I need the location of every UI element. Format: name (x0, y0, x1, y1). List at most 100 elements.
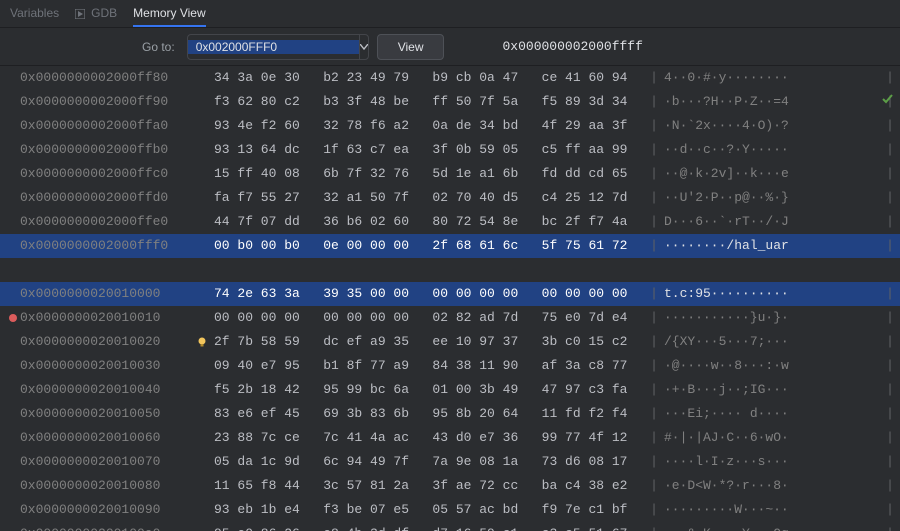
hex-ascii: ∙∙∙∙∙∙∙∙∙∙∙}u∙}· (664, 306, 880, 330)
breakpoint-gutter[interactable] (6, 354, 20, 378)
breakpoint-icon (9, 314, 17, 322)
row-gutter (190, 354, 214, 378)
view-button[interactable]: View (377, 34, 445, 60)
ascii-separator: | (644, 474, 664, 498)
goto-input[interactable] (188, 40, 359, 54)
row-gutter (190, 450, 214, 474)
hex-row[interactable]: 0x0000000020010090 93 eb 1b e4 f3 be 07 e… (0, 498, 900, 522)
row-gutter (190, 90, 214, 114)
hex-ascii: 4·∙0∙#∙y∙∙∙∙∙∙∙∙ (664, 66, 880, 90)
hex-view[interactable]: 0x0000000002000ff8034 3a 0e 30 b2 23 49 … (0, 66, 900, 531)
breakpoint-gutter[interactable] (6, 498, 20, 522)
breakpoint-gutter[interactable] (6, 258, 20, 282)
hex-ascii: ∙+·B∙∙∙j·∙;IG∙∙∙ (664, 378, 880, 402)
hex-address (20, 258, 190, 282)
ascii-separator: | (644, 426, 664, 450)
ascii-end: | (880, 474, 900, 498)
hex-ascii: ∙∙U'2∙P·∙p@∙∙%·} (664, 186, 880, 210)
breakpoint-gutter[interactable] (6, 234, 20, 258)
ascii-end: | (880, 66, 900, 90)
hex-row[interactable]: 0x0000000002000ffa093 4e f2 60 32 78 f6 … (0, 114, 900, 138)
hex-row[interactable]: 0x0000000020010030 09 40 e7 95 b1 8f 77 a… (0, 354, 900, 378)
hex-bytes: fa f7 55 27 32 a1 50 7f 02 70 40 d5 c4 2… (214, 186, 644, 210)
hex-row[interactable]: 0x0000000002000fff000 b0 00 b0 0e 00 00 … (0, 234, 900, 258)
ascii-end: | (880, 522, 900, 531)
breakpoint-gutter[interactable] (6, 162, 20, 186)
hex-bytes: 11 65 f8 44 3c 57 81 2a 3f ae 72 cc ba c… (214, 474, 644, 498)
breakpoint-gutter[interactable] (6, 522, 20, 531)
goto-dropdown[interactable] (359, 35, 368, 59)
tab-variables[interactable]: Variables (10, 0, 59, 27)
hex-row[interactable]: 0x00000000200100a0 95 e0 86 26 e8 4b 3d d… (0, 522, 900, 531)
tab-gdb[interactable]: GDB (75, 0, 117, 27)
ascii-separator: | (644, 138, 664, 162)
hex-row[interactable]: 0x000000002001007005 da 1c 9d 6c 94 49 7… (0, 450, 900, 474)
hex-bytes: 93 eb 1b e4 f3 be 07 e5 05 57 ac bd f9 7… (214, 498, 644, 522)
breakpoint-gutter[interactable] (6, 282, 20, 306)
hex-bytes: 95 e0 86 26 e8 4b 3d df d7 16 59 c1 c3 c… (214, 522, 644, 531)
breakpoint-gutter[interactable] (6, 474, 20, 498)
tab-variables-label: Variables (10, 6, 59, 20)
hex-bytes: 15 ff 40 08 6b 7f 32 76 5d 1e a1 6b fd d… (214, 162, 644, 186)
hex-row[interactable]: 0x0000000002000ff8034 3a 0e 30 b2 23 49 … (0, 66, 900, 90)
hex-address: 0x0000000020010050 (20, 402, 190, 426)
ascii-separator: | (644, 210, 664, 234)
hex-row[interactable]: 0x0000000020010040f5 2b 18 42 95 99 bc 6… (0, 378, 900, 402)
breakpoint-gutter[interactable] (6, 210, 20, 234)
hex-address: 0x0000000002000ffc0 (20, 162, 190, 186)
hex-ascii: ∙∙d∙·c∙∙?·Y∙∙∙∙∙ (664, 138, 880, 162)
ascii-end: | (880, 186, 900, 210)
breakpoint-gutter[interactable] (6, 66, 20, 90)
breakpoint-gutter[interactable] (6, 186, 20, 210)
row-gutter (190, 522, 214, 531)
hex-row[interactable]: 0x0000000002000ffc0 15 ff 40 08 6b 7f 32 … (0, 162, 900, 186)
hex-row[interactable]: 0x000000002001006023 88 7c ce 7c 41 4a a… (0, 426, 900, 450)
hex-row[interactable]: 0x0000000002000ffb0 93 13 64 dc 1f 63 c7 … (0, 138, 900, 162)
row-gutter (190, 138, 214, 162)
hex-bytes: 93 13 64 dc 1f 63 c7 ea 3f 0b 59 05 c5 f… (214, 138, 644, 162)
hex-row[interactable]: 0x0000000002000ffd0fa f7 55 27 32 a1 50 … (0, 186, 900, 210)
hex-row[interactable]: 0x0000000002000ffe044 7f 07 dd 36 b6 02 … (0, 210, 900, 234)
hex-bytes: 44 7f 07 dd 36 b6 02 60 80 72 54 8e bc 2… (214, 210, 644, 234)
tab-memory-view[interactable]: Memory View (133, 0, 205, 27)
ascii-separator: | (644, 90, 664, 114)
breakpoint-gutter[interactable] (6, 426, 20, 450)
breakpoint-gutter[interactable] (6, 330, 20, 354)
hex-address: 0x0000000002000ff80 (20, 66, 190, 90)
hex-ascii: ·@∙∙∙∙w∙∙8∙∙∙:∙w (664, 354, 880, 378)
hex-address: 0x0000000002000ffb0 (20, 138, 190, 162)
hex-row[interactable]: 0x0000000002000ff90f3 62 80 c2 b3 3f 48 … (0, 90, 900, 114)
breakpoint-gutter[interactable] (6, 138, 20, 162)
hex-ascii (664, 258, 880, 282)
memory-toolbar: Go to: View 0x000000002000ffff (0, 28, 900, 66)
ascii-separator: | (644, 186, 664, 210)
breakpoint-gutter[interactable] (6, 90, 20, 114)
hex-address: 0x0000000020010080 (20, 474, 190, 498)
ascii-end: | (880, 210, 900, 234)
ascii-end (880, 258, 900, 282)
breakpoint-gutter[interactable] (6, 114, 20, 138)
row-gutter (190, 282, 214, 306)
ascii-end: | (880, 138, 900, 162)
breakpoint-gutter[interactable] (6, 378, 20, 402)
hex-address: 0x0000000020010030 (20, 354, 190, 378)
hex-address: 0x0000000020010090 (20, 498, 190, 522)
hex-row[interactable]: 0x000000002001001000 00 00 00 00 00 00 0… (0, 306, 900, 330)
breakpoint-gutter[interactable] (6, 306, 20, 330)
hex-row[interactable]: 0x000000002001000074 2e 63 3a 39 35 00 0… (0, 282, 900, 306)
hex-bytes: 09 40 e7 95 b1 8f 77 a9 84 38 11 90 af 3… (214, 354, 644, 378)
row-gutter (190, 402, 214, 426)
hex-row[interactable] (0, 258, 900, 282)
row-gutter (190, 66, 214, 90)
play-icon (75, 8, 85, 18)
ascii-separator: | (644, 66, 664, 90)
hex-address: 0x00000000200100a0 (20, 522, 190, 531)
row-gutter (190, 330, 214, 354)
hex-address: 0x0000000002000ffa0 (20, 114, 190, 138)
hex-row[interactable]: 0x000000002001005083 e6 ef 45 69 3b 83 6… (0, 402, 900, 426)
hex-row[interactable]: 0x0000000020010080 11 65 f8 44 3c 57 81 2… (0, 474, 900, 498)
breakpoint-gutter[interactable] (6, 450, 20, 474)
hex-row[interactable]: 0x00000000200100202f 7b 58 59 dc ef a9 3… (0, 330, 900, 354)
breakpoint-gutter[interactable] (6, 402, 20, 426)
row-gutter (190, 186, 214, 210)
